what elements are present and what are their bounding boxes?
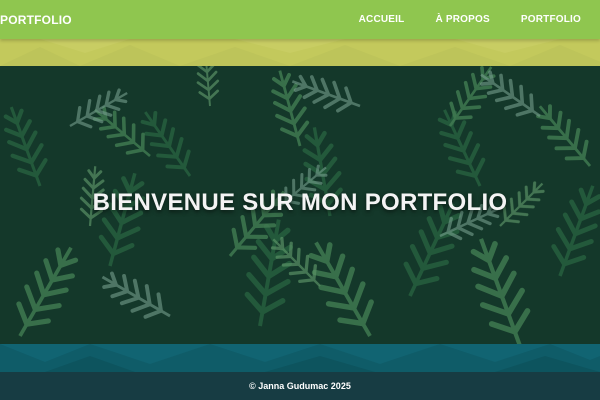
nav-link-a-propos[interactable]: À PROPOS [435,14,489,25]
nav-link-portfolio[interactable]: PORTFOLIO [521,14,581,25]
site-header: PORTFOLIO ACCUEIL À PROPOS PORTFOLIO [0,0,600,39]
hero-title: BIENVENUE SUR MON PORTFOLIO [92,189,508,216]
decorative-zigzag-top [0,39,600,66]
main-nav: ACCUEIL À PROPOS PORTFOLIO [328,0,600,39]
site-logo-text[interactable]: PORTFOLIO [0,13,72,27]
copyright-text: © Janna Gudumac 2025 [249,381,351,391]
hero-banner: BIENVENUE SUR MON PORTFOLIO [0,66,600,344]
nav-link-accueil[interactable]: ACCUEIL [359,14,405,25]
site-footer: © Janna Gudumac 2025 [0,372,600,400]
decorative-zigzag-bottom [0,344,600,372]
